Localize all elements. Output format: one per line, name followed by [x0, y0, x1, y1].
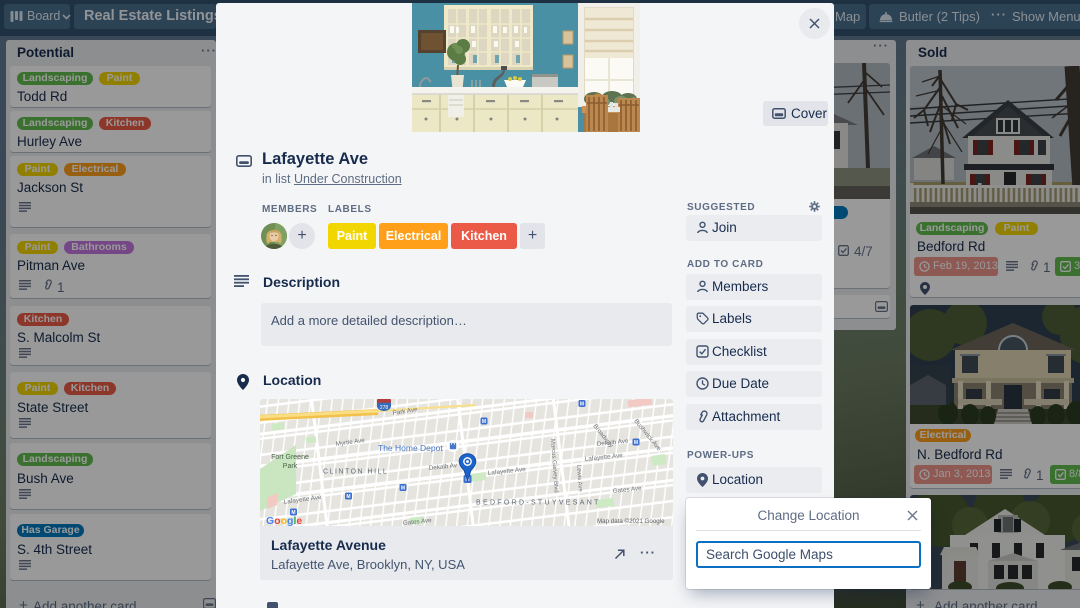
svg-text:CLINTON HILL: CLINTON HILL [323, 469, 388, 476]
svg-text:Google: Google [266, 515, 302, 526]
svg-text:Map data ©2021 Google: Map data ©2021 Google [597, 518, 665, 525]
svg-text:Fort Greene: Fort Greene [271, 454, 309, 461]
svg-text:M: M [482, 419, 486, 425]
svg-text:M: M [580, 402, 584, 408]
svg-text:The Home Depot: The Home Depot [378, 443, 443, 453]
svg-text:M: M [401, 486, 405, 492]
svg-text:BEDFORD-STUYVESANT: BEDFORD-STUYVESANT [476, 500, 601, 507]
svg-text:M: M [346, 494, 350, 500]
svg-text:Park: Park [283, 463, 298, 470]
svg-text:278: 278 [380, 405, 389, 411]
svg-text:M: M [634, 440, 638, 446]
